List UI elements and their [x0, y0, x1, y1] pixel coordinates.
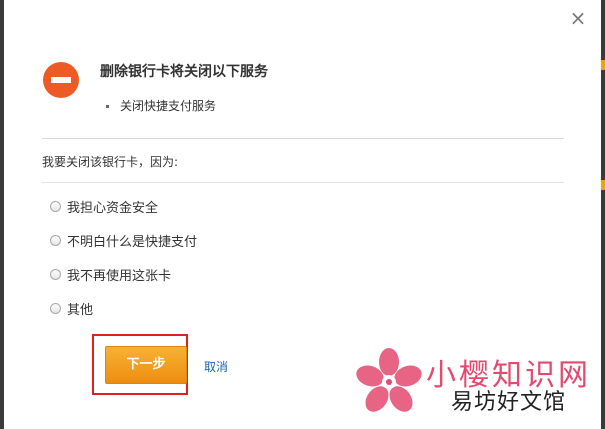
- divider: [42, 138, 564, 139]
- sakura-logo-icon: [356, 348, 422, 412]
- reason-option-unclear[interactable]: 不明白什么是快捷支付: [50, 223, 197, 257]
- bullet-icon: [106, 105, 109, 108]
- backdrop-accent: [601, 180, 605, 190]
- cancel-link[interactable]: 取消: [204, 358, 228, 375]
- radio-button[interactable]: [50, 200, 61, 212]
- divider: [42, 182, 564, 183]
- reason-radio-group: 我担心资金安全 不明白什么是快捷支付 我不再使用这张卡 其他: [50, 189, 197, 325]
- next-step-button[interactable]: 下一步: [105, 346, 187, 384]
- reason-label: 我不再使用这张卡: [67, 268, 172, 284]
- notice-title: 删除银行卡将关闭以下服务: [100, 64, 268, 80]
- notice-item-label: 关闭快捷支付服务: [120, 99, 217, 113]
- reason-label: 不明白什么是快捷支付: [67, 234, 198, 250]
- reason-label: 我担心资金安全: [67, 200, 159, 216]
- reason-option-not-using[interactable]: 我不再使用这张卡: [50, 257, 197, 291]
- radio-button[interactable]: [50, 234, 61, 246]
- radio-button[interactable]: [50, 268, 61, 280]
- notice-item: 关闭快捷支付服务: [106, 97, 216, 114]
- reason-option-other[interactable]: 其他: [50, 291, 197, 325]
- question-label: 我要关闭该银行卡，因为:: [42, 155, 179, 169]
- watermark-subtitle: 易坊好文馆: [451, 390, 567, 415]
- watermark: 小樱知识网 易坊好文馆: [356, 344, 602, 426]
- radio-button[interactable]: [50, 302, 61, 314]
- backdrop-accent: [601, 60, 605, 70]
- reason-option-security[interactable]: 我担心资金安全: [50, 189, 197, 223]
- minus-circle-icon: [43, 62, 79, 98]
- reason-label: 其他: [67, 302, 94, 318]
- close-icon[interactable]: ×: [569, 8, 587, 28]
